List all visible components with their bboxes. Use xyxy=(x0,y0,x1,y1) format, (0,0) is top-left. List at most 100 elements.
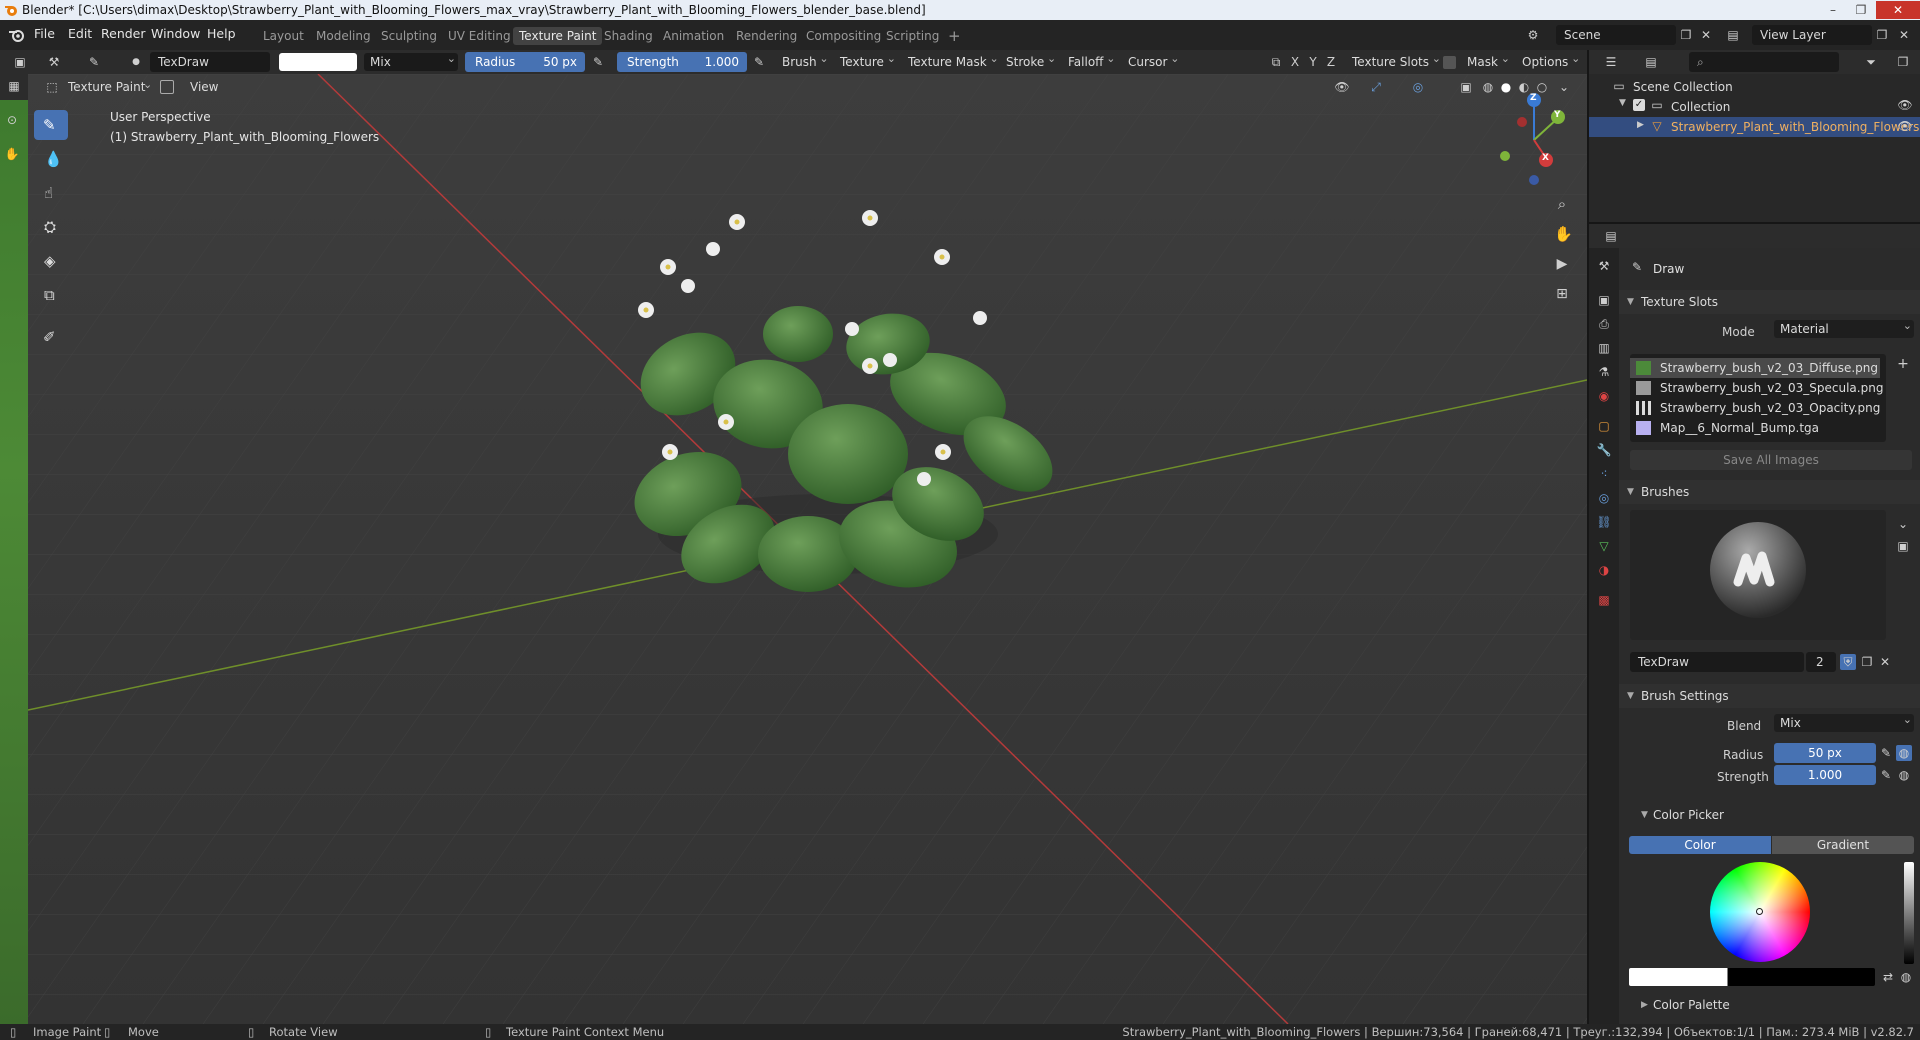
texture-menu[interactable]: Texture xyxy=(834,50,898,71)
3d-viewport[interactable]: Z Y X User Perspective (1) Strawberry_Pl… xyxy=(28,74,1587,1024)
view-menu[interactable]: View xyxy=(190,80,218,94)
collection-expand-icon[interactable]: ▼ xyxy=(1619,98,1626,108)
display-mode-icon[interactable]: ▤ xyxy=(1643,54,1659,70)
texture-slot-item[interactable]: Map__6_Normal_Bump.tga xyxy=(1630,418,1880,438)
tool-settings-icon[interactable]: ⚒ xyxy=(46,54,62,70)
draw-tool[interactable]: ✎ xyxy=(34,110,68,140)
cursor-menu[interactable]: Cursor xyxy=(1122,50,1181,71)
brush-image-icon[interactable]: ▣ xyxy=(1895,538,1911,554)
texture-slots-panel-header[interactable]: ▼ Texture Slots xyxy=(1619,290,1920,314)
brush-name-field[interactable]: TexDraw xyxy=(150,52,270,72)
strength-slider[interactable]: Strength 1.000 xyxy=(617,52,747,72)
color-palette-expand-icon[interactable]: ▶ xyxy=(1641,1000,1648,1010)
tab-sculpting[interactable]: Sculpting xyxy=(375,27,443,45)
mode-dropdown[interactable]: Texture Paint xyxy=(68,80,145,94)
brush-name-input[interactable]: TexDraw xyxy=(1630,652,1804,672)
options-menu[interactable]: Options xyxy=(1516,50,1582,71)
unlink-brush-icon[interactable]: ✕ xyxy=(1877,654,1893,670)
wireframe-shading-icon[interactable]: ◍ xyxy=(1480,79,1496,95)
new-view-layer-icon[interactable]: ❐ xyxy=(1874,27,1890,43)
tab-uv-editing[interactable]: UV Editing xyxy=(442,27,517,45)
fill-tool[interactable]: ◈ xyxy=(34,246,68,276)
tab-texture-paint[interactable]: Texture Paint xyxy=(513,27,603,45)
pan-hand-icon[interactable]: ✋ xyxy=(1554,226,1573,242)
outliner-editor-icon[interactable]: ☰ xyxy=(1603,54,1619,70)
axis-x-toggle[interactable]: X xyxy=(1287,54,1303,70)
delete-view-layer-icon[interactable]: ✕ xyxy=(1896,27,1912,43)
outliner-collection[interactable]: Collection xyxy=(1671,100,1730,114)
brush-icon[interactable]: ✎ xyxy=(86,54,102,70)
color-palette-title[interactable]: Color Palette xyxy=(1653,998,1730,1012)
smear-tool[interactable]: ☝ xyxy=(34,178,68,208)
falloff-menu[interactable]: Falloff xyxy=(1062,50,1117,71)
tab-scripting[interactable]: Scripting xyxy=(880,27,945,45)
brush-users-count[interactable]: 2 xyxy=(1806,652,1836,672)
world-tab-icon[interactable]: ◉ xyxy=(1596,388,1612,404)
brush-menu[interactable]: Brush xyxy=(776,50,831,71)
object-tab-icon[interactable]: ▢ xyxy=(1596,418,1612,434)
particles-tab-icon[interactable]: ⁖ xyxy=(1596,466,1612,482)
camera-icon[interactable]: ▶ xyxy=(1554,256,1570,272)
color-picker-expand-icon[interactable]: ▼ xyxy=(1641,810,1648,820)
physics-tab-icon[interactable]: ◎ xyxy=(1596,490,1612,506)
outliner-scene-collection[interactable]: Scene Collection xyxy=(1633,80,1733,94)
data-tab-icon[interactable]: ▽ xyxy=(1596,538,1612,554)
strength-pressure-icon-props[interactable]: ✎ xyxy=(1878,767,1894,783)
mask-checkbox[interactable] xyxy=(1443,56,1456,69)
blend-dropdown[interactable]: Mix xyxy=(364,50,458,71)
brush-color-swatch[interactable] xyxy=(279,53,357,71)
shading-options-icon[interactable]: ⌄ xyxy=(1556,79,1572,95)
collection-checkbox[interactable]: ✓ xyxy=(1633,99,1645,111)
texture-mask-menu[interactable]: Texture Mask xyxy=(902,50,1001,71)
symmetry-icon[interactable]: ⧉ xyxy=(1268,54,1284,70)
zoom-icon[interactable]: ⌕ xyxy=(1554,196,1570,212)
clone-tool[interactable]: ⛭ xyxy=(34,212,68,242)
scene-icon[interactable]: ⚙ xyxy=(1525,27,1541,43)
paint-mask-toggle[interactable] xyxy=(160,80,174,94)
modifier-tab-icon[interactable]: 🔧 xyxy=(1596,442,1612,458)
orthographic-grid-icon[interactable]: ⊞ xyxy=(1554,286,1570,302)
brush-expand-icon[interactable]: ⌄ xyxy=(1895,516,1911,532)
gizmo-toggle-icon[interactable]: ⤢ xyxy=(1368,79,1384,95)
mask-tool[interactable]: ⧉ xyxy=(34,280,68,310)
menu-window[interactable]: Window xyxy=(151,26,200,41)
axis-y-toggle[interactable]: Y xyxy=(1305,54,1321,70)
editor-type-icon[interactable]: ▣ xyxy=(12,54,28,70)
left-hand-icon[interactable]: ✋ xyxy=(4,146,20,162)
add-workspace-icon[interactable]: + xyxy=(942,27,967,45)
output-tab-icon[interactable]: ⎙ xyxy=(1596,316,1612,332)
value-slider[interactable] xyxy=(1904,862,1914,964)
mask-menu[interactable]: Mask xyxy=(1461,50,1512,71)
menu-render[interactable]: Render xyxy=(101,26,146,41)
blend-dropdown-props[interactable]: Mix xyxy=(1774,711,1914,732)
brush-preview-area[interactable] xyxy=(1630,510,1886,640)
tab-animation[interactable]: Animation xyxy=(657,27,730,45)
mode-dropdown-props[interactable]: Material xyxy=(1774,317,1914,338)
minimize-icon[interactable]: – xyxy=(1820,1,1846,19)
radius-pressure-icon-props[interactable]: ✎ xyxy=(1878,745,1894,761)
xray-icon[interactable]: ▣ xyxy=(1458,79,1474,95)
swap-colors-icon[interactable]: ⇄ xyxy=(1880,969,1896,985)
texture-slot-item[interactable]: Strawberry_bush_v2_03_Specula.png xyxy=(1630,378,1883,398)
brush-settings-panel-header[interactable]: ▼ Brush Settings xyxy=(1619,684,1920,708)
texture-tab-icon[interactable]: ▩ xyxy=(1596,592,1612,608)
object-expand-icon[interactable]: ▶ xyxy=(1637,120,1644,130)
material-shading-icon[interactable]: ◐ xyxy=(1516,79,1532,95)
filter-icon[interactable]: ⏷ xyxy=(1863,54,1879,70)
radius-slider[interactable]: Radius 50 px xyxy=(465,52,585,72)
texture-slots-menu[interactable]: Texture Slots xyxy=(1346,50,1443,71)
gradient-tab[interactable]: Gradient xyxy=(1772,836,1914,854)
texture-slot-item[interactable]: Strawberry_bush_v2_03_Diffuse.png xyxy=(1630,358,1880,378)
strength-unified-icon[interactable]: ◍ xyxy=(1896,767,1912,783)
collection-visibility-icon[interactable]: 👁 xyxy=(1897,97,1913,113)
save-all-images-button[interactable]: Save All Images xyxy=(1630,450,1912,470)
color-unified-icon[interactable]: ◍ xyxy=(1898,969,1914,985)
fake-user-shield-icon[interactable]: ⛨ xyxy=(1840,654,1856,670)
radius-unified-icon[interactable]: ◍ xyxy=(1896,745,1912,761)
duplicate-brush-icon[interactable]: ❐ xyxy=(1859,654,1875,670)
outliner-object-name[interactable]: Strawberry_Plant_with_Blooming_Flowers xyxy=(1671,120,1919,134)
color-wheel[interactable] xyxy=(1710,862,1810,962)
view-layer-field[interactable]: View Layer xyxy=(1752,25,1872,45)
blender-menu-icon[interactable] xyxy=(8,27,26,43)
color-wheel-cursor[interactable] xyxy=(1756,908,1763,915)
